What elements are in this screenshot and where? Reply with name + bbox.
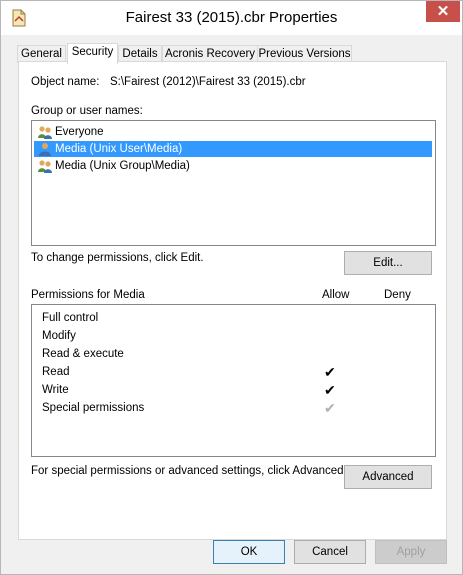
- permission-row-modify: Modify: [42, 327, 422, 345]
- permission-row-read: Read ✔: [42, 363, 422, 381]
- list-item-everyone[interactable]: Everyone: [34, 124, 432, 140]
- users-group-icon: [38, 160, 52, 173]
- permission-name: Special permissions: [42, 402, 145, 414]
- permission-name: Read: [42, 366, 70, 378]
- permission-row-write: Write ✔: [42, 381, 422, 399]
- close-icon: ✕: [436, 3, 450, 20]
- permission-name: Read & execute: [42, 348, 124, 360]
- apply-button[interactable]: Apply: [375, 540, 447, 564]
- list-item-label: Everyone: [55, 126, 104, 138]
- allow-check-inherited-icon: ✔: [324, 400, 336, 416]
- advanced-button[interactable]: Advanced: [344, 465, 432, 489]
- permission-name: Full control: [42, 312, 99, 324]
- change-permissions-hint: To change permissions, click Edit.: [31, 252, 204, 264]
- group-user-list[interactable]: Everyone Media (Unix User\Media) Media (…: [31, 120, 436, 246]
- object-name-value: S:\Fairest (2012)\Fairest 33 (2015).cbr: [110, 76, 306, 88]
- tab-security[interactable]: Security: [67, 43, 118, 64]
- list-item-label: Media (Unix Group\Media): [55, 160, 190, 172]
- edit-button[interactable]: Edit...: [344, 251, 432, 275]
- permissions-list: Full control Modify Read & execute Read …: [31, 304, 436, 457]
- list-item-media-group[interactable]: Media (Unix Group\Media): [34, 158, 432, 174]
- cancel-button[interactable]: Cancel: [294, 540, 366, 564]
- permission-name: Modify: [42, 330, 76, 342]
- allow-check-icon: ✔: [324, 364, 336, 380]
- advanced-hint: For special permissions or advanced sett…: [31, 465, 347, 477]
- object-name-label: Object name:: [31, 76, 100, 88]
- close-button[interactable]: ✕: [426, 1, 460, 22]
- user-icon: [39, 143, 51, 156]
- list-item-label: Media (Unix User\Media): [55, 143, 183, 155]
- security-panel: Object name: S:\Fairest (2012)\Fairest 3…: [18, 61, 447, 540]
- list-item-media-user[interactable]: Media (Unix User\Media): [34, 141, 432, 157]
- permissions-title: Permissions for Media: [31, 289, 145, 301]
- ok-button[interactable]: OK: [213, 540, 285, 564]
- properties-window: Fairest 33 (2015).cbr Properties ✕ Gener…: [0, 0, 463, 575]
- window-title: Fairest 33 (2015).cbr Properties: [125, 9, 338, 26]
- permission-row-full-control: Full control: [42, 309, 422, 327]
- group-names-label: Group or user names:: [31, 105, 143, 117]
- permission-row-special: Special permissions ✔: [42, 399, 422, 417]
- allow-check-icon: ✔: [324, 382, 336, 398]
- dialog-body: General Security Details Acronis Recover…: [1, 35, 462, 574]
- allow-column-header: Allow: [322, 289, 350, 301]
- permission-name: Write: [42, 384, 69, 396]
- title-bar: Fairest 33 (2015).cbr Properties ✕: [1, 1, 462, 35]
- users-group-icon: [38, 126, 52, 139]
- deny-column-header: Deny: [384, 289, 411, 301]
- permission-row-read-execute: Read & execute: [42, 345, 422, 363]
